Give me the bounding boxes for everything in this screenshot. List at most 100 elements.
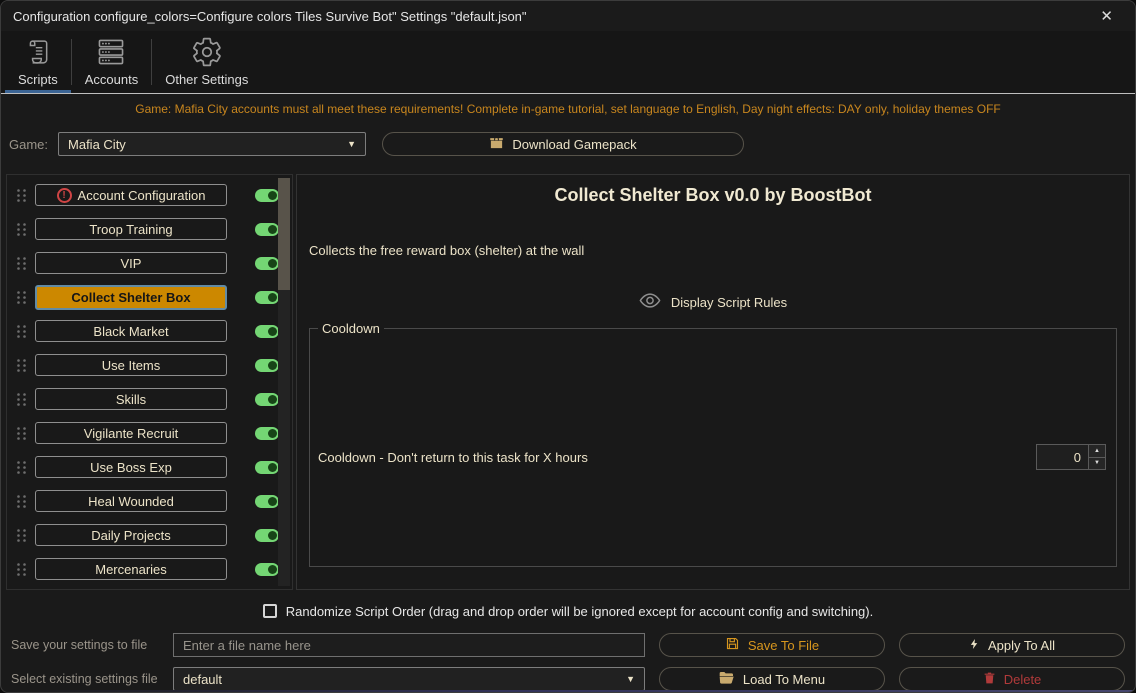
script-row: ! Collect Shelter Box [7, 280, 292, 314]
drag-handle-icon[interactable] [7, 528, 35, 543]
script-button[interactable]: ! Vigilante Recruit [35, 422, 227, 444]
save-to-file-button[interactable]: Save To File [659, 633, 885, 657]
drag-handle-icon[interactable] [7, 256, 35, 271]
chevron-down-icon: ▼ [347, 139, 357, 149]
script-button[interactable]: ! Troop Training [35, 218, 227, 240]
spin-down-button[interactable]: ▼ [1089, 456, 1105, 469]
script-button[interactable]: ! VIP [35, 252, 227, 274]
script-row: ! Account Configuration [7, 178, 292, 212]
script-rows: ! Account Configuration ! Troop Training [7, 178, 292, 586]
download-gamepack-label: Download Gamepack [512, 136, 637, 152]
drag-handle-icon[interactable] [7, 494, 35, 509]
script-toggle[interactable] [255, 324, 279, 338]
settings-file-select[interactable]: default ▼ [173, 667, 645, 691]
script-label: Vigilante Recruit [83, 425, 179, 441]
cooldown-hours-input[interactable] [1036, 444, 1088, 470]
script-toggle[interactable] [255, 426, 279, 440]
package-icon [489, 135, 504, 153]
script-label: VIP [120, 255, 142, 271]
script-button[interactable]: ! Account Configuration [35, 184, 227, 206]
spin-buttons: ▲ ▼ [1088, 444, 1106, 470]
window-title: Configuration configure_colors=Configure… [13, 8, 527, 24]
script-label: Use Boss Exp [90, 459, 172, 475]
drag-handle-icon[interactable] [7, 562, 35, 577]
script-label: Black Market [93, 323, 169, 339]
script-toggle[interactable] [255, 460, 279, 474]
script-toggle[interactable] [255, 392, 279, 406]
cooldown-group-title: Cooldown [322, 321, 380, 336]
script-row: ! Heal Wounded [7, 484, 292, 518]
tab-accounts[interactable]: Accounts [72, 31, 151, 93]
script-button[interactable]: ! Collect Shelter Box [35, 284, 227, 310]
script-label: Troop Training [89, 221, 173, 237]
load-to-menu-button[interactable]: Load To Menu [659, 667, 885, 691]
randomize-label: Randomize Script Order (drag and drop or… [285, 603, 874, 619]
script-label: Daily Projects [91, 527, 171, 543]
drag-handle-icon[interactable] [7, 222, 35, 237]
script-toggle[interactable] [255, 528, 279, 542]
script-list-scrollbar[interactable] [278, 178, 290, 586]
load-row: Select existing settings file default ▼ … [11, 667, 1125, 691]
script-toggle[interactable] [255, 290, 279, 304]
load-to-menu-label: Load To Menu [742, 671, 826, 687]
script-toggle[interactable] [255, 222, 279, 236]
tab-scripts[interactable]: Scripts [5, 31, 71, 93]
close-icon[interactable]: ✕ [1090, 7, 1123, 25]
drag-handle-icon[interactable] [7, 460, 35, 475]
delete-button[interactable]: Delete [899, 667, 1125, 691]
script-list: ! Account Configuration ! Troop Training [6, 174, 293, 590]
script-toggle[interactable] [255, 494, 279, 508]
script-row: ! Use Boss Exp [7, 450, 292, 484]
script-button[interactable]: ! Daily Projects [35, 524, 227, 546]
randomize-row: Randomize Script Order (drag and drop or… [1, 598, 1135, 624]
cooldown-spinbox: ▲ ▼ [1036, 444, 1106, 470]
script-title: Collect Shelter Box v0.0 by BoostBot [554, 185, 872, 205]
file-name-input[interactable] [173, 633, 645, 657]
script-label: Use Items [101, 357, 161, 373]
script-button[interactable]: ! Use Boss Exp [35, 456, 227, 478]
script-button[interactable]: ! Black Market [35, 320, 227, 342]
apply-to-all-button[interactable]: Apply To All [899, 633, 1125, 657]
script-button[interactable]: ! Mercenaries [35, 558, 227, 580]
game-select-value: Mafia City [68, 136, 126, 152]
script-toggle[interactable] [255, 188, 279, 202]
trash-icon [983, 671, 996, 688]
randomize-checkbox[interactable] [262, 604, 277, 618]
warning-icon: ! [56, 187, 72, 203]
script-button[interactable]: ! Skills [35, 388, 227, 410]
delete-label: Delete [1003, 671, 1042, 687]
drag-handle-icon[interactable] [7, 392, 35, 407]
display-script-rules-button[interactable]: Display Script Rules [309, 292, 1117, 312]
settings-file-value: default [183, 671, 223, 687]
main-area: ! Account Configuration ! Troop Training [6, 174, 1130, 590]
cooldown-label: Cooldown - Don't return to this task for… [318, 449, 588, 465]
script-row: ! Mercenaries [7, 552, 292, 586]
script-label: Mercenaries [95, 561, 167, 577]
script-button[interactable]: ! Use Items [35, 354, 227, 376]
folder-icon [719, 671, 735, 688]
tab-other-settings[interactable]: Other Settings [152, 31, 261, 93]
drag-handle-icon[interactable] [7, 188, 35, 203]
gear-icon [191, 36, 223, 68]
cooldown-group: Cooldown Cooldown - Don't return to this… [309, 321, 1117, 567]
eye-icon [639, 292, 661, 312]
script-row: ! Skills [7, 382, 292, 416]
tab-label: Other Settings [165, 72, 249, 87]
scrollbar-thumb[interactable] [278, 178, 290, 290]
game-select[interactable]: Mafia City ▼ [58, 132, 367, 156]
script-detail-panel: Collect Shelter Box v0.0 by BoostBot Col… [296, 174, 1130, 590]
script-label: Account Configuration [77, 187, 206, 203]
spin-up-button[interactable]: ▲ [1089, 445, 1105, 457]
download-gamepack-button[interactable]: Download Gamepack [382, 132, 745, 156]
floppy-icon [725, 636, 740, 654]
script-toggle[interactable] [255, 358, 279, 372]
script-toggle[interactable] [255, 256, 279, 270]
drag-handle-icon[interactable] [7, 358, 35, 373]
script-button[interactable]: ! Heal Wounded [35, 490, 227, 512]
drag-handle-icon[interactable] [7, 324, 35, 339]
drag-handle-icon[interactable] [7, 290, 35, 305]
script-toggle[interactable] [255, 562, 279, 576]
script-row: ! Vigilante Recruit [7, 416, 292, 450]
drag-handle-icon[interactable] [7, 426, 35, 441]
apply-to-all-label: Apply To All [988, 637, 1055, 653]
